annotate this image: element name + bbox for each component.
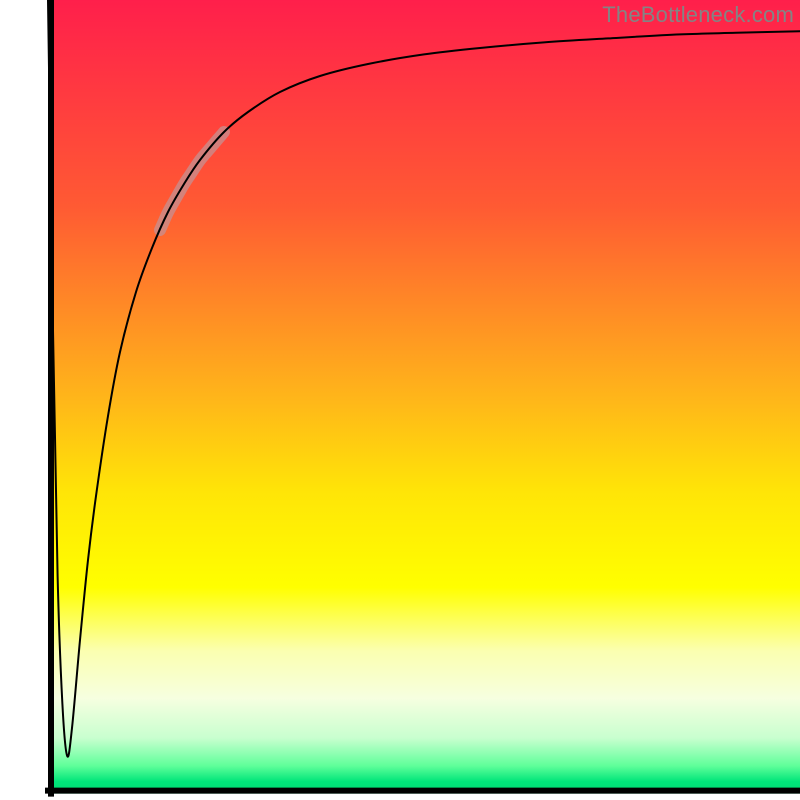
chart-background <box>48 0 800 794</box>
chart-svg <box>0 0 800 800</box>
watermark-text: TheBottleneck.com <box>602 2 794 28</box>
chart-container: TheBottleneck.com <box>0 0 800 800</box>
